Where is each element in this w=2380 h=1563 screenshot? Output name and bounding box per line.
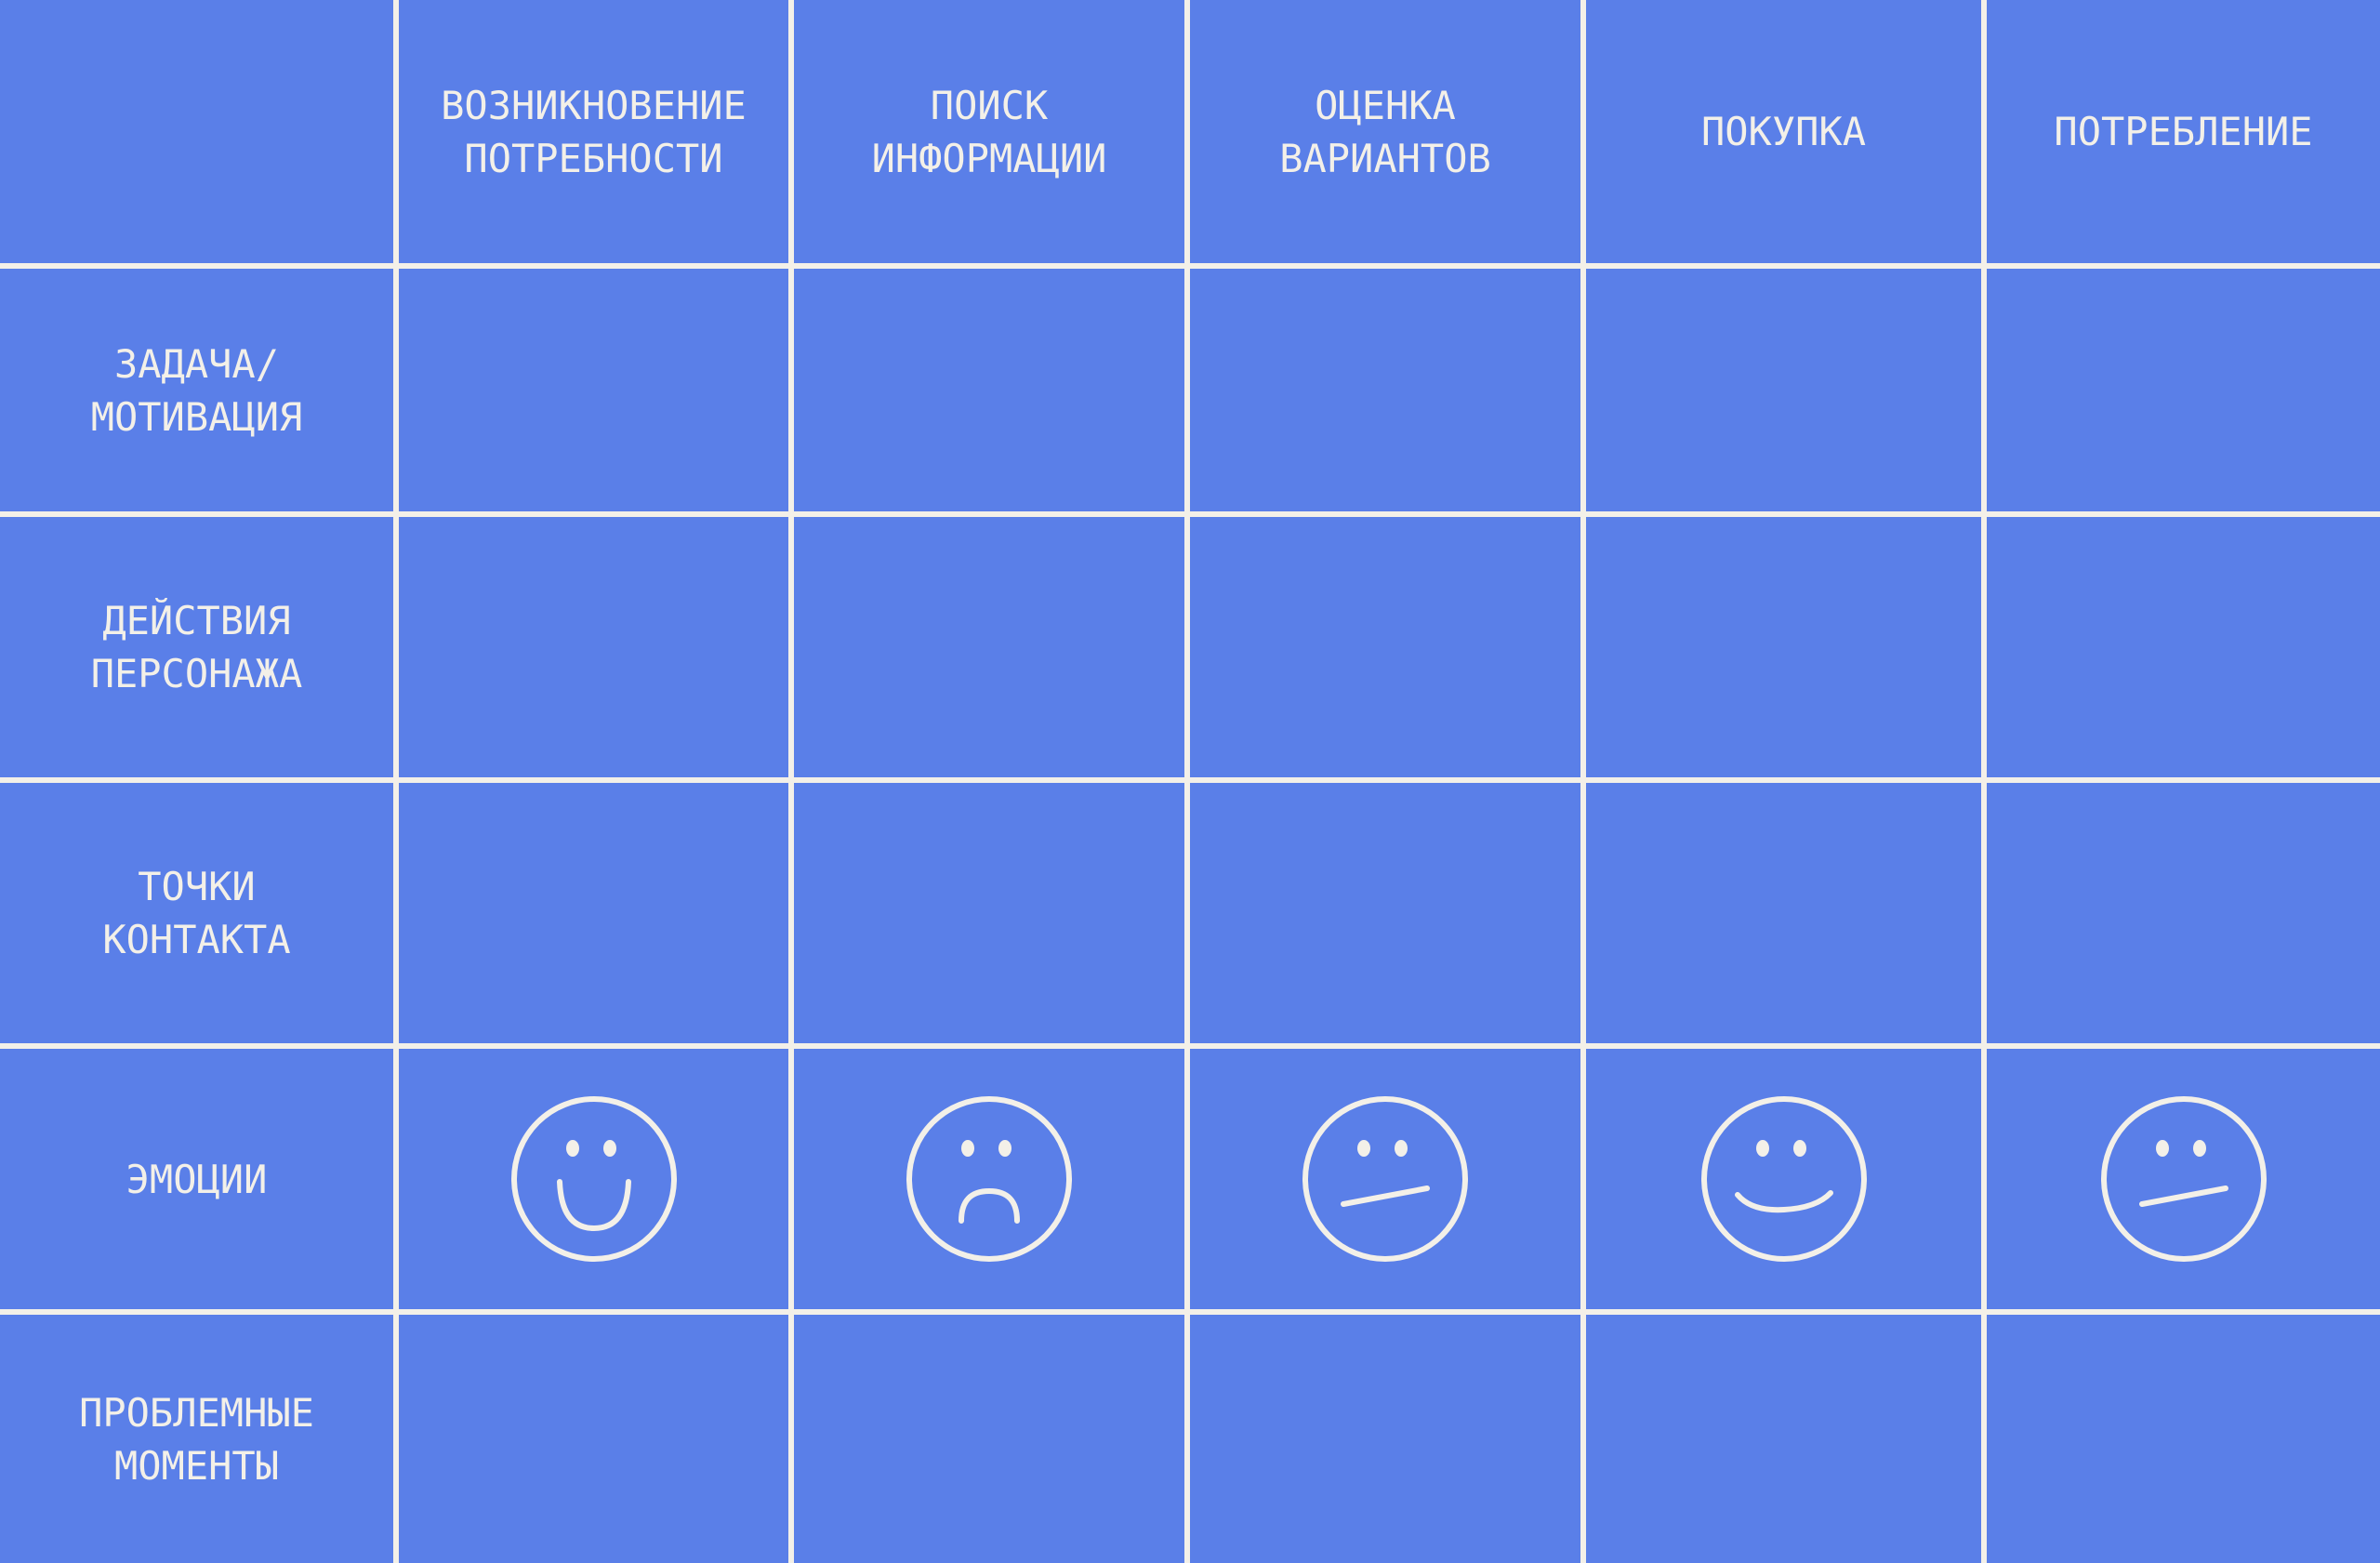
row-header: ЭМОЦИИ	[0, 1049, 393, 1309]
grid-cell	[1190, 1315, 1580, 1563]
emotion-cell	[1586, 1049, 1981, 1309]
emotion-cell	[794, 1049, 1184, 1309]
neutral-face-icon	[2100, 1096, 2267, 1262]
row-header: ЗАДАЧА/ МОТИВАЦИЯ	[0, 269, 393, 511]
column-header: ПОИСК ИНФОРМАЦИИ	[794, 0, 1184, 263]
grid-cell	[1987, 783, 2380, 1043]
grid-cell	[1586, 1315, 1981, 1563]
column-header: ПОТРЕБЛЕНИЕ	[1987, 0, 2380, 263]
row-header: ТОЧКИ КОНТАКТА	[0, 783, 393, 1043]
smile-face-icon	[1700, 1096, 1867, 1262]
emotion-cell	[1190, 1049, 1580, 1309]
column-header: ОЦЕНКА ВАРИАНТОВ	[1190, 0, 1580, 263]
grid-cell	[1987, 269, 2380, 511]
grid-cell	[1987, 1315, 2380, 1563]
emotion-cell	[399, 1049, 788, 1309]
customer-journey-map: ВОЗНИКНОВЕНИЕ ПОТРЕБНОСТИ ПОИСК ИНФОРМАЦИ…	[0, 0, 2380, 1563]
grid-cell	[1190, 783, 1580, 1043]
grid-cell	[794, 783, 1184, 1043]
grid-cell	[794, 517, 1184, 777]
grid-cell	[399, 269, 788, 511]
grid-cell	[399, 783, 788, 1043]
neutral-face-icon	[1302, 1096, 1468, 1262]
sad-face-icon	[906, 1096, 1072, 1262]
column-header: ПОКУПКА	[1586, 0, 1981, 263]
happy-face-icon	[510, 1096, 677, 1262]
row-header: ПРОБЛЕМНЫЕ МОМЕНТЫ	[0, 1315, 393, 1563]
corner-cell	[0, 0, 393, 263]
row-header: ДЕЙСТВИЯ ПЕРСОНАЖА	[0, 517, 393, 777]
grid-cell	[1586, 517, 1981, 777]
grid-cell	[399, 1315, 788, 1563]
emotion-cell	[1987, 1049, 2380, 1309]
grid-cell	[1586, 783, 1981, 1043]
grid-cell	[1190, 517, 1580, 777]
grid-cell	[1987, 517, 2380, 777]
column-header: ВОЗНИКНОВЕНИЕ ПОТРЕБНОСТИ	[399, 0, 788, 263]
grid-cell	[794, 1315, 1184, 1563]
grid-cell	[1586, 269, 1981, 511]
grid-cell	[794, 269, 1184, 511]
grid-cell	[399, 517, 788, 777]
grid-cell	[1190, 269, 1580, 511]
